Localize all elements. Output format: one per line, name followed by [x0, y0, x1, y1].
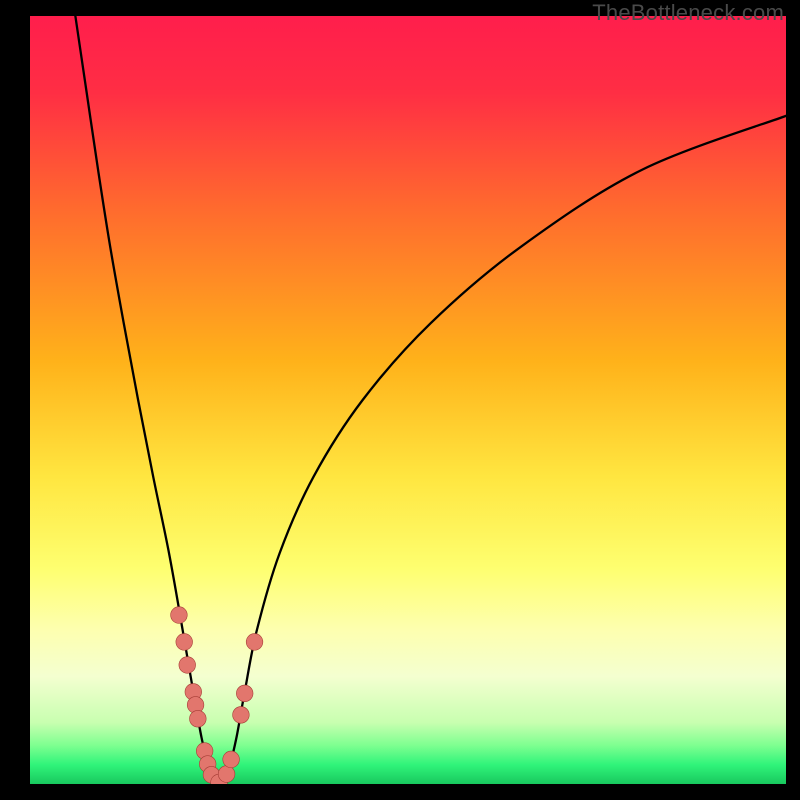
- gradient-background: [30, 16, 786, 784]
- data-marker: [246, 634, 263, 651]
- chart-frame: TheBottleneck.com: [0, 0, 800, 800]
- data-marker: [171, 607, 188, 624]
- data-marker: [179, 657, 196, 674]
- watermark-text: TheBottleneck.com: [592, 0, 784, 26]
- data-marker: [218, 766, 235, 783]
- data-marker: [236, 685, 253, 702]
- data-marker: [223, 751, 240, 768]
- chart-svg: [30, 16, 786, 784]
- plot-area: [30, 16, 786, 784]
- data-marker: [176, 634, 193, 651]
- data-marker: [233, 707, 250, 724]
- data-marker: [190, 710, 207, 727]
